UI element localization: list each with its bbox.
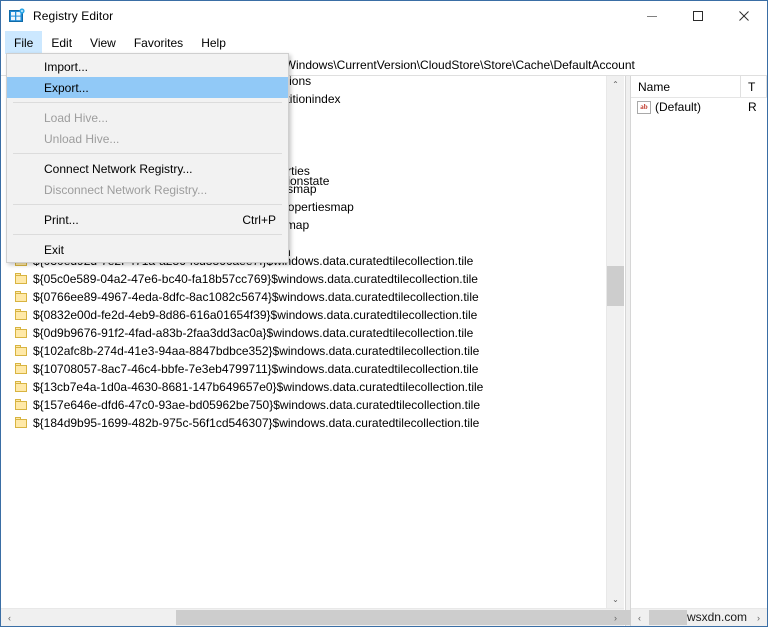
- menu-view[interactable]: View: [81, 31, 125, 54]
- cropped-caption-text: [110, 627, 768, 631]
- scroll-down-icon[interactable]: ⌄: [607, 591, 624, 608]
- tree-row-label: ${184d9b95-1699-482b-975c-56f1cd546307}$…: [33, 416, 480, 430]
- tree-row[interactable]: ${157e646e-dfd6-47c0-93ae-bd05962be750}$…: [1, 396, 624, 414]
- file-menu-item[interactable]: Export...: [7, 77, 288, 98]
- value-type-cell: R: [748, 100, 757, 114]
- folder-icon: [15, 399, 28, 411]
- file-menu-item[interactable]: Exit: [7, 239, 288, 260]
- values-horizontal-scrollbar[interactable]: ‹ › wsxdn.com: [631, 608, 767, 626]
- folder-icon: [15, 291, 28, 303]
- file-menu-item-label: Connect Network Registry...: [44, 161, 193, 176]
- file-menu-item: Disconnect Network Registry...: [7, 179, 288, 200]
- column-header-type[interactable]: T: [741, 76, 767, 97]
- file-menu-item[interactable]: Connect Network Registry...: [7, 158, 288, 179]
- column-header-name[interactable]: Name: [631, 76, 741, 97]
- menu-separator: [13, 153, 282, 154]
- tree-row-label: ${13cb7e4a-1d0a-4630-8681-147b649657e0}$…: [33, 380, 484, 394]
- ab-string-icon: ab: [637, 100, 651, 114]
- tree-row[interactable]: ${102afc8b-274d-41e3-94aa-8847bdbce352}$…: [1, 342, 624, 360]
- file-menu-item-label: Export...: [44, 80, 89, 95]
- tree-horizontal-scrollbar[interactable]: ‹ ›: [1, 608, 683, 626]
- menu-help[interactable]: Help: [192, 31, 235, 54]
- file-menu-item-label: Import...: [44, 59, 89, 74]
- values-horizontal-scroll-thumb[interactable]: [649, 610, 687, 625]
- tree-row-label: ${102afc8b-274d-41e3-94aa-8847bdbce352}$…: [33, 344, 480, 358]
- folder-icon: [15, 309, 28, 321]
- value-name-label: (Default): [655, 100, 702, 114]
- scroll-left-icon[interactable]: ‹: [1, 609, 18, 626]
- window-title: Registry Editor: [33, 9, 114, 23]
- value-name-cell: ab (Default): [631, 100, 741, 114]
- maximize-button[interactable]: [675, 1, 721, 31]
- tree-row-label: ${0d9b9676-91f2-4fad-a83b-2faa3dd3ac0a}$…: [33, 326, 474, 340]
- tree-row-label: ${157e646e-dfd6-47c0-93ae-bd05962be750}$…: [33, 398, 481, 412]
- file-menu-item: Unload Hive...: [7, 128, 288, 149]
- menu-file-label: File: [14, 35, 34, 50]
- file-menu-item-label: Unload Hive...: [44, 131, 120, 146]
- tree-vertical-scrollbar[interactable]: ⌃ ⌄: [606, 76, 624, 608]
- file-menu-item-label: Print...: [44, 212, 79, 227]
- menu-favorites-label: Favorites: [133, 35, 184, 50]
- registry-path-text: t\Windows\CurrentVersion\CloudStore\Stor…: [278, 57, 635, 72]
- menu-separator: [13, 234, 282, 235]
- page-bottom-text-sliver: [0, 627, 768, 631]
- tree-row[interactable]: ${0766ee89-4967-4eda-8dfc-8ac1082c5674}$…: [1, 288, 624, 306]
- folder-icon: [15, 381, 28, 393]
- folder-icon: [15, 363, 28, 375]
- values-column-header: Name T: [631, 76, 767, 98]
- menu-separator: [13, 102, 282, 103]
- registry-icon: [9, 8, 25, 24]
- tree-row-label: ${0832e00d-fe2d-4eb9-8d86-616a01654f39}$…: [33, 308, 478, 322]
- values-scroll-left-icon[interactable]: ‹: [631, 609, 648, 626]
- file-menu-item-shortcut: Ctrl+P: [242, 212, 276, 227]
- tree-row-partial-label: tionstate: [284, 174, 330, 188]
- menu-help-label: Help: [201, 35, 226, 50]
- value-row[interactable]: ab (Default) R: [631, 98, 767, 116]
- tree-row-label: ${05c0e589-04a2-47e6-bc40-fa18b57cc769}$…: [33, 272, 478, 286]
- registry-editor-window: Registry Editor File Edit View Favorites…: [0, 0, 768, 627]
- tree-row[interactable]: ${0832e00d-fe2d-4eb9-8d86-616a01654f39}$…: [1, 306, 624, 324]
- menu-edit[interactable]: Edit: [42, 31, 81, 54]
- tree-row[interactable]: ${184d9b95-1699-482b-975c-56f1cd546307}$…: [1, 414, 624, 432]
- scroll-up-icon[interactable]: ⌃: [607, 76, 624, 93]
- file-menu-item: Load Hive...: [7, 107, 288, 128]
- tree-row[interactable]: ${0d9b9676-91f2-4fad-a83b-2faa3dd3ac0a}$…: [1, 324, 624, 342]
- tree-row-label: ${0766ee89-4967-4eda-8dfc-8ac1082c5674}$…: [33, 290, 479, 304]
- file-dropdown-menu: Import... Export... Load Hive... Unload Hiv…: [6, 53, 289, 263]
- folder-icon: [15, 345, 28, 357]
- tree-vertical-scroll-thumb[interactable]: [607, 266, 624, 306]
- menu-file[interactable]: File: [5, 31, 43, 54]
- tree-row[interactable]: ${05c0e589-04a2-47e6-bc40-fa18b57cc769}$…: [1, 270, 624, 288]
- tree-row-partial[interactable]: tionstate: [284, 172, 329, 190]
- tree-row[interactable]: ${10708057-8ac7-46c4-bbfe-7e3eb4799711}$…: [1, 360, 624, 378]
- title-bar[interactable]: Registry Editor: [1, 1, 767, 31]
- menu-view-label: View: [90, 35, 116, 50]
- minimize-button[interactable]: [629, 1, 675, 31]
- folder-icon: [15, 417, 28, 429]
- tree-row[interactable]: ${13cb7e4a-1d0a-4630-8681-147b649657e0}$…: [1, 378, 624, 396]
- file-menu-item[interactable]: Import...: [7, 56, 288, 77]
- file-menu-item-label: Load Hive...: [44, 110, 109, 125]
- menu-edit-label: Edit: [51, 35, 73, 50]
- values-scroll-right-icon[interactable]: ›: [750, 609, 767, 626]
- watermark-text: wsxdn.com: [686, 610, 747, 624]
- file-menu-item-label: Disconnect Network Registry...: [44, 182, 208, 197]
- window-controls: [629, 1, 767, 31]
- tree-row-label: ${10708057-8ac7-46c4-bbfe-7e3eb4799711}$…: [33, 362, 479, 376]
- close-button[interactable]: [721, 1, 767, 31]
- folder-icon: [15, 327, 28, 339]
- folder-icon: [15, 273, 28, 285]
- file-menu-item[interactable]: Print... Ctrl+P: [7, 209, 288, 230]
- values-list[interactable]: ab (Default) R: [631, 98, 767, 608]
- menu-separator: [13, 204, 282, 205]
- registry-values-pane: Name T ab (Default) R ‹ › wsxdn.com: [631, 76, 767, 626]
- menu-favorites[interactable]: Favorites: [125, 31, 192, 54]
- scroll-right-icon[interactable]: ›: [607, 609, 624, 626]
- menu-bar: File Edit View Favorites Help: [1, 31, 767, 54]
- file-menu-item-label: Exit: [44, 242, 65, 257]
